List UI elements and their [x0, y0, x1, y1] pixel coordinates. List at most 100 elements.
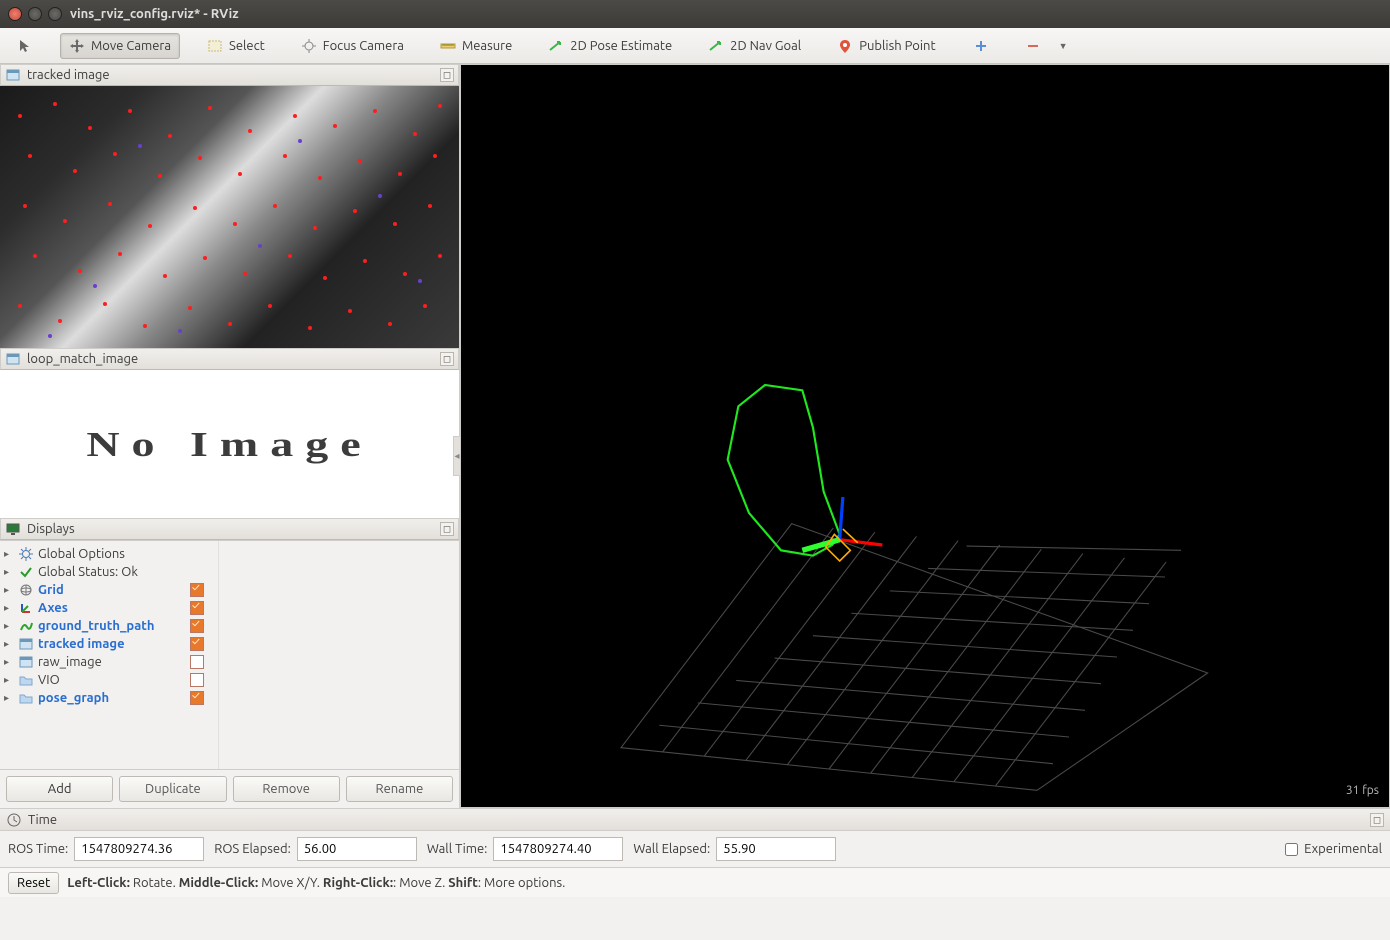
focus-camera-label: Focus Camera	[323, 39, 404, 53]
select-button[interactable]: Select	[198, 33, 274, 59]
monitor-icon	[5, 521, 21, 537]
duplicate-button[interactable]: Duplicate	[119, 776, 226, 802]
maximize-icon[interactable]	[48, 7, 62, 21]
plus-icon[interactable]	[973, 38, 989, 54]
tree-item-label: VIO	[38, 673, 60, 687]
tree-item-label: Global Options	[38, 547, 125, 561]
undock-icon[interactable]: ◻	[440, 352, 454, 366]
loop-match-panel-header[interactable]: loop_match_image ◻	[0, 348, 459, 370]
close-icon[interactable]	[8, 7, 22, 21]
tree-item-label: Global Status: Ok	[38, 565, 138, 579]
panel-expand-handle[interactable]: ◂	[453, 436, 461, 476]
3d-viewport[interactable]: ◂ 31 fps	[460, 64, 1390, 808]
expand-arrow-icon[interactable]: ▸	[4, 638, 14, 650]
displays-tree[interactable]: ▸Global Options▸Global Status: Ok▸Grid▸A…	[0, 541, 219, 769]
axes-icon	[18, 600, 34, 616]
ros-time-label: ROS Time:	[8, 842, 68, 856]
visibility-checkbox[interactable]	[190, 601, 204, 615]
tree-row[interactable]: ▸pose_graph	[2, 689, 216, 707]
focus-camera-button[interactable]: Focus Camera	[292, 33, 413, 59]
grid-icon	[18, 582, 34, 598]
add-button[interactable]: Add	[6, 776, 113, 802]
move-camera-button[interactable]: Move Camera	[60, 33, 180, 59]
expand-arrow-icon[interactable]: ▸	[4, 674, 14, 686]
focus-camera-icon	[301, 38, 317, 54]
visibility-checkbox[interactable]	[190, 673, 204, 687]
expand-arrow-icon[interactable]: ▸	[4, 692, 14, 704]
nav-goal-button[interactable]: 2D Nav Goal	[699, 33, 810, 59]
measure-label: Measure	[462, 39, 512, 53]
publish-point-button[interactable]: Publish Point	[828, 33, 944, 59]
visibility-checkbox[interactable]	[190, 583, 204, 597]
tree-row[interactable]: ▸Grid	[2, 581, 216, 599]
pose-estimate-button[interactable]: 2D Pose Estimate	[539, 33, 681, 59]
arrow-green-icon	[548, 38, 564, 54]
ruler-icon	[440, 38, 456, 54]
tree-item-label: tracked image	[38, 637, 125, 651]
visibility-checkbox[interactable]	[190, 619, 204, 633]
clock-icon	[6, 812, 22, 828]
chevron-down-icon[interactable]: ▼	[1059, 41, 1068, 51]
displays-properties	[219, 541, 459, 769]
arrow-green-icon	[708, 38, 724, 54]
tracked-image-panel-header[interactable]: tracked image ◻	[0, 64, 459, 86]
viewport-scene	[461, 65, 1389, 859]
pin-icon	[837, 38, 853, 54]
tree-row[interactable]: ▸ Axes	[2, 599, 216, 617]
mouse-hint: Left-Click: Rotate. Middle-Click: Move X…	[67, 876, 565, 890]
displays-title: Displays	[27, 522, 434, 536]
displays-panel-header[interactable]: Displays ◻	[0, 518, 459, 540]
folder-icon	[18, 690, 34, 706]
loop-match-image-view: No Image	[0, 370, 459, 518]
visibility-checkbox[interactable]	[190, 691, 204, 705]
minus-icon[interactable]	[1025, 38, 1041, 54]
ros-time-field[interactable]	[74, 837, 204, 861]
tree-row[interactable]: ▸raw_image	[2, 653, 216, 671]
undock-icon[interactable]: ◻	[440, 522, 454, 536]
tree-item-label: Axes	[38, 601, 68, 615]
undock-icon[interactable]: ◻	[440, 68, 454, 82]
interact-button[interactable]	[8, 33, 42, 59]
tree-item-label: ground_truth_path	[38, 619, 154, 633]
expand-arrow-icon[interactable]: ▸	[4, 566, 14, 578]
image-icon	[5, 67, 21, 83]
measure-button[interactable]: Measure	[431, 33, 521, 59]
time-panel-title: Time	[28, 813, 57, 827]
rename-button[interactable]: Rename	[346, 776, 453, 802]
expand-arrow-icon[interactable]: ▸	[4, 584, 14, 596]
tree-row[interactable]: ▸ VIO	[2, 671, 216, 689]
pose-estimate-label: 2D Pose Estimate	[570, 39, 672, 53]
tree-row[interactable]: ▸ Global Status: Ok	[2, 563, 216, 581]
window-title: vins_rviz_config.rviz* - RViz	[70, 7, 239, 21]
fps-label: 31 fps	[1346, 784, 1379, 797]
tracked-image-title: tracked image	[27, 68, 434, 82]
select-label: Select	[229, 39, 265, 53]
move-camera-label: Move Camera	[91, 39, 171, 53]
ros-elapsed-field[interactable]	[297, 837, 417, 861]
folder-icon	[18, 672, 34, 688]
gear-icon	[18, 546, 34, 562]
expand-arrow-icon[interactable]: ▸	[4, 620, 14, 632]
remove-button[interactable]: Remove	[233, 776, 340, 802]
loop-match-title: loop_match_image	[27, 352, 434, 366]
tree-row[interactable]: ▸ Global Options	[2, 545, 216, 563]
ros-elapsed-label: ROS Elapsed:	[214, 842, 291, 856]
displays-buttons: Add Duplicate Remove Rename	[0, 769, 459, 808]
visibility-checkbox[interactable]	[190, 637, 204, 651]
tree-row[interactable]: ▸ tracked image	[2, 635, 216, 653]
expand-arrow-icon[interactable]: ▸	[4, 602, 14, 614]
main-toolbar: Move Camera Select Focus Camera Measure …	[0, 28, 1390, 64]
reset-button[interactable]: Reset	[8, 872, 59, 894]
no-image-label: No Image	[86, 424, 372, 464]
nav-goal-label: 2D Nav Goal	[730, 39, 801, 53]
select-icon	[207, 38, 223, 54]
visibility-checkbox[interactable]	[190, 655, 204, 669]
expand-arrow-icon[interactable]: ▸	[4, 656, 14, 668]
window-titlebar: vins_rviz_config.rviz* - RViz	[0, 0, 1390, 28]
expand-arrow-icon[interactable]: ▸	[4, 548, 14, 560]
minimize-icon[interactable]	[28, 7, 42, 21]
move-camera-icon	[69, 38, 85, 54]
feature-points-overlay	[0, 86, 460, 348]
tree-row[interactable]: ▸ ground_truth_path	[2, 617, 216, 635]
publish-point-label: Publish Point	[859, 39, 935, 53]
